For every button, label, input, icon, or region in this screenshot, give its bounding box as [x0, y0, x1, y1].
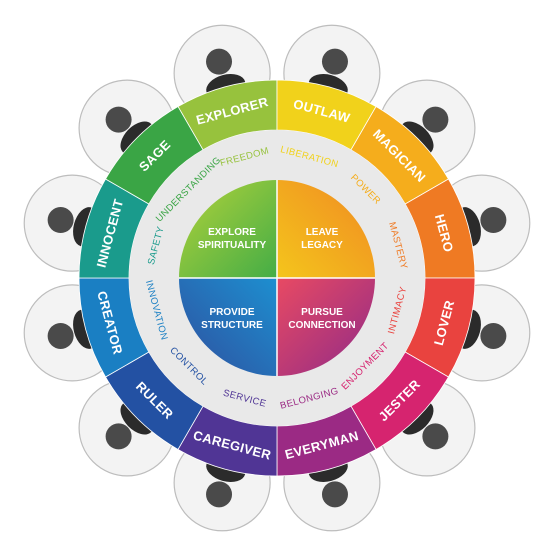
quadrant-leave-line1: LEAVE [306, 227, 339, 238]
portrait-photo [422, 106, 449, 133]
quadrant-explore-line1: EXPLORE [208, 227, 256, 238]
portrait-photo [480, 207, 507, 234]
quadrant-provide-line1: PROVIDE [209, 307, 254, 318]
portrait-photo [480, 322, 507, 349]
portrait-photo [321, 481, 348, 508]
portrait-photo [321, 48, 348, 75]
archetype-wheel-diagram: EXPLORER OUTLAW MAGICIAN HERO LOVER JESTER EVE… [0, 0, 554, 554]
quadrant-explore-line2: SPIRITUALITY [198, 240, 267, 251]
quadrant-pursue-line2: CONNECTION [288, 320, 355, 331]
portrait-photo [47, 322, 74, 349]
portrait-photo [105, 106, 132, 133]
quadrant-provide-line2: STRUCTURE [201, 320, 263, 331]
portrait-photo [105, 423, 132, 450]
portrait-photo [47, 207, 74, 234]
quadrant-pursue-line1: PURSUE [301, 307, 343, 318]
archetype-wheel: EXPLORER OUTLAWMAGICIANHEROLOVERJESTEREVE… [23, 24, 531, 532]
portrait-photo [422, 423, 449, 450]
portrait-photo [206, 481, 233, 508]
quadrant-leave-line2: LEGACY [301, 240, 343, 251]
center-quadrants: EXPLORE SPIRITUALITY LEAVE LEGACY PROVID… [179, 180, 375, 376]
portrait-photo [206, 48, 233, 75]
